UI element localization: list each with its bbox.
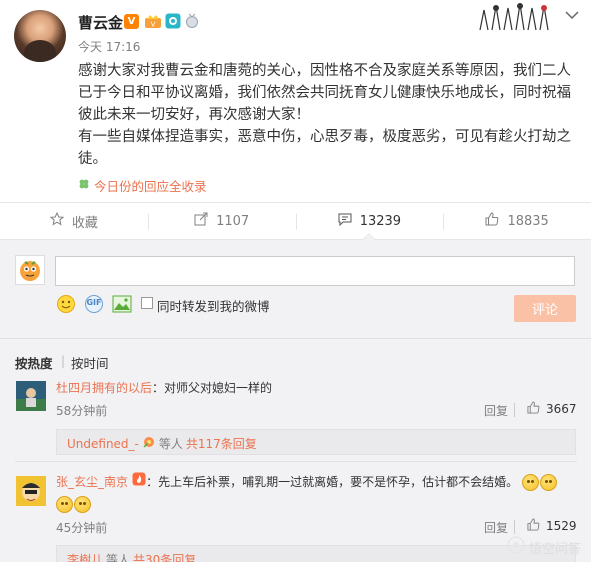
flame-badge-icon bbox=[132, 472, 146, 494]
comment-input[interactable] bbox=[55, 256, 575, 286]
medal-icon[interactable] bbox=[185, 13, 199, 29]
gif-label: GIF bbox=[86, 298, 102, 307]
chevron-down-icon[interactable] bbox=[565, 8, 579, 24]
comment-like-count: 1529 bbox=[546, 519, 577, 533]
composer-divider bbox=[0, 338, 591, 339]
forward-label: 同时转发到我的微博 bbox=[157, 299, 270, 314]
comment-like-button[interactable]: 3667 bbox=[527, 401, 577, 417]
comment-text: ：先上车后补票，哺乳期一过就离婚，要不是怀孕，估计都不会结婚。 bbox=[146, 475, 519, 489]
post-action-bar: 收藏 1107 13239 18835 bbox=[0, 202, 591, 240]
sort-by-time-tab[interactable]: 按时间 bbox=[71, 353, 109, 372]
comment-reply-button[interactable]: 回复 bbox=[484, 402, 508, 419]
profile-banner-illustration bbox=[476, 0, 550, 32]
comment-like-count: 3667 bbox=[546, 402, 577, 416]
submit-comment-button[interactable]: 评论 bbox=[514, 295, 576, 322]
watermark-logo-icon bbox=[507, 536, 525, 558]
verified-badge[interactable]: V bbox=[124, 14, 139, 29]
like-button[interactable]: 18835 bbox=[443, 203, 591, 239]
repost-count: 1107 bbox=[216, 213, 250, 229]
clover-icon bbox=[78, 178, 90, 193]
sub-reply-username[interactable]: Undefined_- bbox=[67, 437, 139, 451]
sub-reply-summary[interactable]: Undefined_- 等人 共117条回复 bbox=[67, 435, 257, 452]
smile-emoji-icon bbox=[522, 474, 540, 491]
comment-time: 45分钟前 bbox=[56, 521, 108, 535]
comment-divider bbox=[514, 520, 515, 534]
comment-like-button[interactable]: 1529 bbox=[527, 518, 577, 534]
comment-count: 13239 bbox=[359, 213, 402, 229]
comment-avatar[interactable] bbox=[16, 476, 46, 506]
post-source-link[interactable]: 今日份的回应全收录 bbox=[78, 176, 207, 195]
sub-reply-username[interactable]: 李樹儿 bbox=[67, 551, 103, 562]
watermark: 悟空问答 bbox=[507, 536, 581, 558]
post-source-label[interactable]: 今日份的回应全收录 bbox=[94, 176, 207, 195]
comment-divider bbox=[514, 403, 515, 417]
comment-row: 杜四月拥有的以后：对师父对媳妇一样的 bbox=[56, 379, 272, 396]
star-icon bbox=[49, 211, 65, 230]
like-count: 18835 bbox=[507, 213, 549, 229]
flower-emoji-icon bbox=[142, 435, 156, 452]
post-paragraph: 有一些自媒体捏造事实，恶意中伤，心思歹毒，极度恶劣，可见有趁火打劫之徒。 bbox=[78, 129, 571, 167]
comment-button[interactable]: 13239 bbox=[295, 203, 444, 240]
sub-reply-count[interactable]: 共30条回复 bbox=[133, 551, 196, 562]
comment-username[interactable]: 杜四月拥有的以后 bbox=[56, 381, 152, 395]
favorite-button[interactable]: 收藏 bbox=[0, 203, 148, 239]
comment-time: 58分钟前 bbox=[56, 404, 108, 418]
forward-checkbox[interactable] bbox=[141, 297, 153, 309]
gif-picker-icon[interactable]: GIF bbox=[83, 293, 105, 315]
comment-icon bbox=[338, 212, 352, 230]
image-picker-icon[interactable] bbox=[111, 293, 133, 315]
sort-separator: | bbox=[61, 354, 66, 368]
favorite-label: 收藏 bbox=[71, 215, 98, 231]
sort-by-hot-tab[interactable]: 按热度 bbox=[15, 353, 53, 372]
comment-text: ：对师父对媳妇一样的 bbox=[152, 381, 273, 395]
comment-username[interactable]: 张_玄尘_南京 bbox=[56, 475, 128, 489]
svg-text:V: V bbox=[151, 21, 156, 29]
post-timestamp[interactable]: 今天 17:16 bbox=[78, 38, 140, 55]
member-crown-icon[interactable]: V bbox=[144, 13, 162, 29]
comment-reply-button[interactable]: 回复 bbox=[484, 519, 508, 536]
thumbs-up-icon bbox=[527, 518, 540, 534]
sub-reply-middle: 等人 bbox=[158, 437, 183, 451]
smile-emoji-icon bbox=[56, 496, 73, 513]
repost-button[interactable]: 1107 bbox=[147, 203, 296, 239]
sub-reply-count[interactable]: 共117条回复 bbox=[186, 435, 257, 452]
post-paragraph: 感谢大家对我曹云金和唐菀的关心，因性格不合及家庭关系等原因，我们二人已于今日和平… bbox=[78, 63, 571, 123]
thumbs-up-icon bbox=[527, 401, 540, 417]
sub-reply-middle: 等人 bbox=[106, 553, 131, 562]
fans-badge-icon[interactable] bbox=[165, 13, 181, 29]
smile-emoji-icon bbox=[74, 496, 91, 513]
smile-emoji-icon bbox=[540, 474, 558, 491]
post-content: 感谢大家对我曹云金和唐菀的关心，因性格不合及家庭关系等原因，我们二人已于今日和平… bbox=[78, 60, 578, 170]
repost-icon bbox=[194, 212, 208, 230]
comment-separator bbox=[15, 461, 577, 462]
author-name[interactable]: 曹云金 bbox=[78, 12, 123, 33]
watermark-text: 悟空问答 bbox=[528, 541, 581, 557]
comment-row: 张_玄尘_南京 ：先上车后补票，哺乳期一过就离婚，要不是怀孕，估计都不会结婚。 bbox=[56, 471, 576, 516]
emoji-picker-icon[interactable] bbox=[55, 293, 77, 315]
active-tab-arrow bbox=[362, 233, 377, 240]
author-avatar[interactable] bbox=[14, 10, 66, 62]
comment-avatar[interactable] bbox=[16, 381, 46, 411]
sub-reply-summary[interactable]: 李樹儿 等人 共30条回复 bbox=[67, 551, 196, 562]
thumbs-up-icon bbox=[485, 212, 499, 230]
current-user-avatar bbox=[15, 255, 45, 285]
